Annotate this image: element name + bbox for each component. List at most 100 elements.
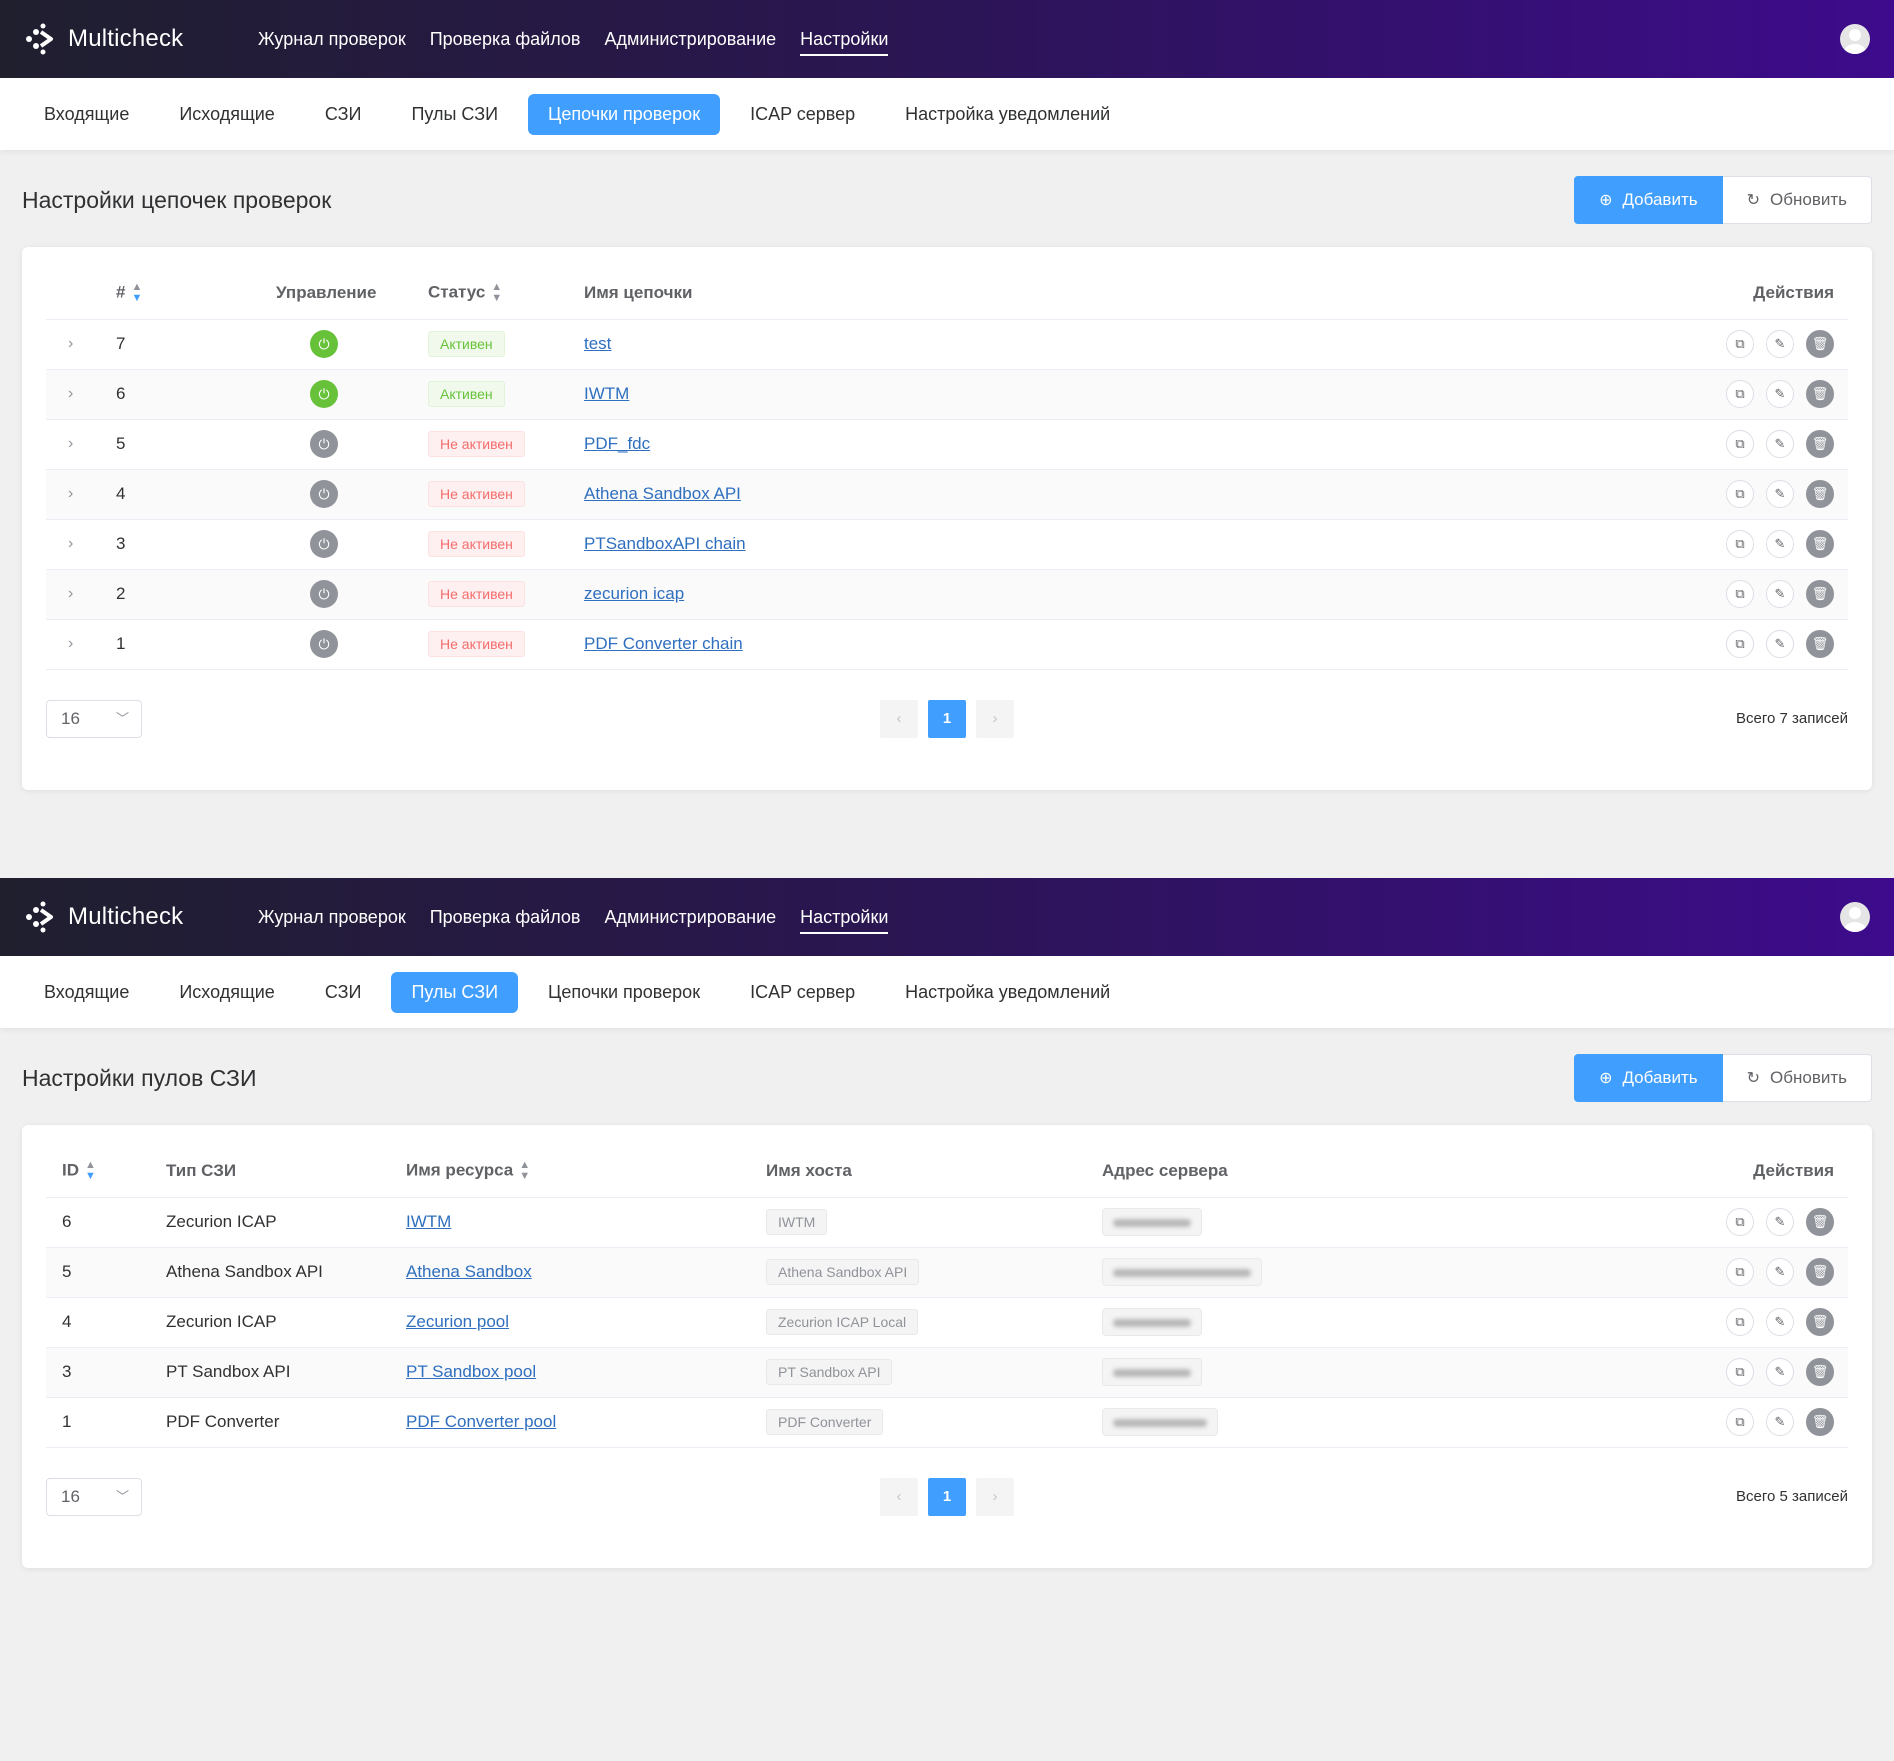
- chevron-right-icon[interactable]: ›: [46, 619, 116, 670]
- copy-icon[interactable]: ⧉: [1726, 530, 1754, 558]
- chain-name-link[interactable]: IWTM: [584, 384, 629, 403]
- copy-icon[interactable]: ⧉: [1726, 1408, 1754, 1436]
- tab-incoming[interactable]: Входящие: [24, 94, 149, 135]
- logo[interactable]: Multicheck: [24, 900, 258, 934]
- tab-notifications[interactable]: Настройка уведомлений: [885, 972, 1130, 1013]
- edit-icon[interactable]: ✎: [1766, 380, 1794, 408]
- copy-icon[interactable]: ⧉: [1726, 1258, 1754, 1286]
- table-row[interactable]: › 1 ⏻ Не активен PDF Converter chain ⧉ ✎ 🗑: [46, 619, 1848, 670]
- copy-icon[interactable]: ⧉: [1726, 1358, 1754, 1386]
- copy-icon[interactable]: ⧉: [1726, 380, 1754, 408]
- chain-name-link[interactable]: Athena Sandbox API: [584, 484, 741, 503]
- resource-name-link[interactable]: PDF Converter pool: [406, 1412, 556, 1431]
- next-page-button[interactable]: ›: [976, 699, 1014, 738]
- trash-icon[interactable]: 🗑: [1806, 430, 1834, 458]
- edit-icon[interactable]: ✎: [1766, 430, 1794, 458]
- trash-icon[interactable]: 🗑: [1806, 1258, 1834, 1286]
- add-button[interactable]: ⊕ Добавить: [1574, 1054, 1723, 1102]
- sort-icon[interactable]: ▲ ▼: [85, 1159, 96, 1182]
- resource-name-link[interactable]: Zecurion pool: [406, 1312, 509, 1331]
- edit-icon[interactable]: ✎: [1766, 1308, 1794, 1336]
- table-row[interactable]: › 4 ⏻ Не активен Athena Sandbox API ⧉ ✎ 🗑: [46, 469, 1848, 520]
- tab-szi-pools[interactable]: Пулы СЗИ: [391, 94, 518, 135]
- tab-incoming[interactable]: Входящие: [24, 972, 149, 1013]
- chain-name-link[interactable]: PDF_fdc: [584, 434, 650, 453]
- resource-name-link[interactable]: IWTM: [406, 1212, 451, 1231]
- chain-name-link[interactable]: PTSandboxAPI chain: [584, 534, 746, 553]
- power-icon[interactable]: ⏻: [310, 530, 338, 558]
- nav-settings[interactable]: Настройки: [800, 901, 889, 934]
- power-icon[interactable]: ⏻: [310, 380, 338, 408]
- copy-icon[interactable]: ⧉: [1726, 1208, 1754, 1236]
- nav-journal[interactable]: Журнал проверок: [258, 23, 406, 56]
- table-row[interactable]: 3 PT Sandbox API PT Sandbox pool PT Sandbox…: [46, 1347, 1848, 1398]
- prev-page-button[interactable]: ‹: [880, 1477, 918, 1516]
- tab-notifications[interactable]: Настройка уведомлений: [885, 94, 1130, 135]
- chevron-right-icon[interactable]: ›: [46, 319, 116, 370]
- edit-icon[interactable]: ✎: [1766, 1208, 1794, 1236]
- trash-icon[interactable]: 🗑: [1806, 1358, 1834, 1386]
- edit-icon[interactable]: ✎: [1766, 530, 1794, 558]
- chain-name-link[interactable]: test: [584, 334, 611, 353]
- tab-szi[interactable]: СЗИ: [305, 94, 382, 135]
- trash-icon[interactable]: 🗑: [1806, 1308, 1834, 1336]
- chevron-right-icon[interactable]: ›: [46, 569, 116, 620]
- chain-name-link[interactable]: PDF Converter chain: [584, 634, 743, 653]
- trash-icon[interactable]: 🗑: [1806, 580, 1834, 608]
- copy-icon[interactable]: ⧉: [1726, 630, 1754, 658]
- refresh-button[interactable]: ↻ Обновить: [1722, 1054, 1872, 1102]
- table-row[interactable]: › 2 ⏻ Не активен zecurion icap ⧉ ✎ 🗑: [46, 569, 1848, 620]
- edit-icon[interactable]: ✎: [1766, 1358, 1794, 1386]
- copy-icon[interactable]: ⧉: [1726, 430, 1754, 458]
- resource-name-link[interactable]: PT Sandbox pool: [406, 1362, 536, 1381]
- chevron-right-icon[interactable]: ›: [46, 519, 116, 570]
- edit-icon[interactable]: ✎: [1766, 1408, 1794, 1436]
- copy-icon[interactable]: ⧉: [1726, 480, 1754, 508]
- trash-icon[interactable]: 🗑: [1806, 1208, 1834, 1236]
- col-id[interactable]: # ▲ ▼: [116, 247, 276, 320]
- col-resource-name[interactable]: Имя ресурса ▲ ▼: [406, 1125, 766, 1198]
- col-id[interactable]: ID ▲ ▼: [46, 1125, 166, 1198]
- user-avatar-icon[interactable]: [1840, 24, 1870, 54]
- table-row[interactable]: 5 Athena Sandbox API Athena Sandbox Athena …: [46, 1247, 1848, 1298]
- chain-name-link[interactable]: zecurion icap: [584, 584, 684, 603]
- table-row[interactable]: 1 PDF Converter PDF Converter pool PDF Conv…: [46, 1397, 1848, 1448]
- table-row[interactable]: › 7 ⏻ Активен test ⧉ ✎ 🗑: [46, 319, 1848, 370]
- power-icon[interactable]: ⏻: [310, 580, 338, 608]
- table-row[interactable]: › 6 ⏻ Активен IWTM ⧉ ✎ 🗑: [46, 369, 1848, 420]
- prev-page-button[interactable]: ‹: [880, 699, 918, 738]
- edit-icon[interactable]: ✎: [1766, 480, 1794, 508]
- logo[interactable]: Multicheck: [24, 22, 258, 56]
- copy-icon[interactable]: ⧉: [1726, 330, 1754, 358]
- edit-icon[interactable]: ✎: [1766, 330, 1794, 358]
- chevron-right-icon[interactable]: ›: [46, 469, 116, 520]
- page-number-button[interactable]: 1: [928, 1477, 966, 1516]
- edit-icon[interactable]: ✎: [1766, 580, 1794, 608]
- sort-icon[interactable]: ▲ ▼: [519, 1159, 530, 1182]
- trash-icon[interactable]: 🗑: [1806, 480, 1834, 508]
- trash-icon[interactable]: 🗑: [1806, 530, 1834, 558]
- power-icon[interactable]: ⏻: [310, 430, 338, 458]
- resource-name-link[interactable]: Athena Sandbox: [406, 1262, 532, 1281]
- tab-outgoing[interactable]: Исходящие: [159, 94, 294, 135]
- table-row[interactable]: › 3 ⏻ Не активен PTSandboxAPI chain ⧉ ✎ 🗑: [46, 519, 1848, 570]
- next-page-button[interactable]: ›: [976, 1477, 1014, 1516]
- table-row[interactable]: 6 Zecurion ICAP IWTM IWTM ⧉ ✎ 🗑: [46, 1197, 1848, 1248]
- refresh-button[interactable]: ↻ Обновить: [1722, 176, 1872, 224]
- nav-journal[interactable]: Журнал проверок: [258, 901, 406, 934]
- tab-szi-pools[interactable]: Пулы СЗИ: [391, 971, 519, 1013]
- nav-file-check[interactable]: Проверка файлов: [430, 901, 581, 934]
- tab-outgoing[interactable]: Исходящие: [159, 972, 294, 1013]
- sort-icon[interactable]: ▲ ▼: [131, 281, 142, 304]
- nav-file-check[interactable]: Проверка файлов: [430, 23, 581, 56]
- nav-administration[interactable]: Администрирование: [605, 901, 777, 934]
- power-icon[interactable]: ⏻: [310, 630, 338, 658]
- chevron-right-icon[interactable]: ›: [46, 369, 116, 420]
- tab-check-chains[interactable]: Цепочки проверок: [528, 93, 721, 135]
- trash-icon[interactable]: 🗑: [1806, 1408, 1834, 1436]
- copy-icon[interactable]: ⧉: [1726, 1308, 1754, 1336]
- tab-icap-server[interactable]: ICAP сервер: [730, 94, 875, 135]
- edit-icon[interactable]: ✎: [1766, 630, 1794, 658]
- sort-icon[interactable]: ▲ ▼: [491, 281, 502, 304]
- tab-szi[interactable]: СЗИ: [305, 972, 382, 1013]
